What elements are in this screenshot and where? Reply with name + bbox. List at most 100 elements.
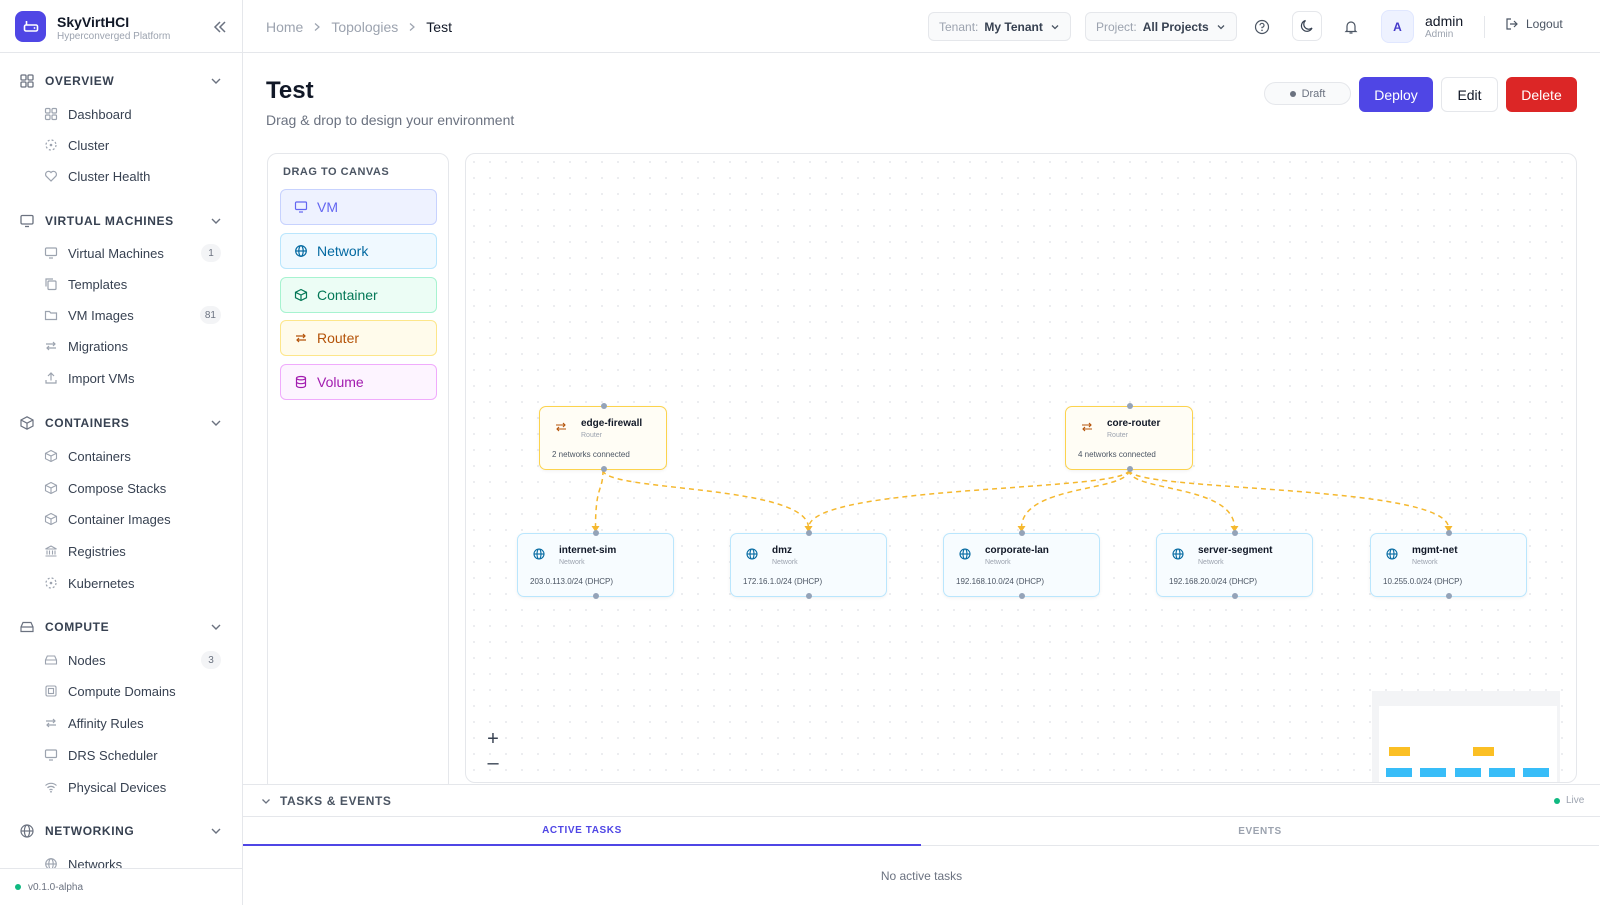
sidebar-item-container-images[interactable]: Container Images [0,505,243,533]
tenant-select[interactable]: Tenant: My Tenant [928,12,1071,41]
link-core-router-mgmt-net[interactable] [1128,469,1450,529]
link-core-router-corporate-lan[interactable] [1020,469,1130,529]
network-node[interactable]: dmz Network 172.16.1.0/24 (DHCP) [730,530,887,599]
sidebar-item-label: Import VMs [68,370,135,386]
minimap[interactable] [1372,691,1560,782]
palette-item-vm[interactable]: VM [280,189,437,225]
sidebar-item-label: Affinity Rules [68,715,144,731]
link-core-router-dmz[interactable] [807,469,1130,529]
palette-item-volume[interactable]: Volume [280,364,437,400]
sidebar-item-vm-images[interactable]: VM Images 81 [0,301,243,329]
project-select[interactable]: Project: All Projects [1085,12,1237,41]
nav-section-compute[interactable]: COMPUTE [0,612,243,642]
connection-handle[interactable] [1446,593,1452,599]
sidebar-item-containers[interactable]: Containers [0,442,243,470]
connection-handle[interactable] [1232,593,1238,599]
connection-handle[interactable] [593,593,599,599]
sidebar-item-label: DRS Scheduler [68,747,158,763]
connection-handle[interactable] [593,530,599,536]
notifications-button[interactable] [1337,13,1365,41]
network-node[interactable]: server-segment Network 192.168.20.0/24 (… [1156,530,1313,599]
sidebar-item-compute-domains[interactable]: Compute Domains [0,677,243,705]
node-name: edge-firewall [581,418,643,429]
network-node[interactable]: internet-sim Network 203.0.113.0/24 (DHC… [517,530,674,599]
nav-section-overview[interactable]: OVERVIEW [0,66,243,96]
connection-handle[interactable] [1127,403,1133,409]
sidebar-item-networks[interactable]: Networks [0,850,243,868]
nav-section-containers[interactable]: CONTAINERS [0,408,243,438]
node-name: mgmt-net [1412,545,1458,556]
router-node[interactable]: edge-firewall Router 2 networks connecte… [539,403,667,472]
sidebar-item-physical-devices[interactable]: Physical Devices [0,773,243,801]
connection-handle[interactable] [601,403,607,409]
connection-handle[interactable] [1127,466,1133,472]
top-bar: Home Topologies Test Tenant: My Tenant P… [243,0,1600,53]
network-node[interactable]: corporate-lan Network 192.168.10.0/24 (D… [943,530,1100,599]
topology-canvas[interactable]: edge-firewall Router 2 networks connecte… [465,153,1577,783]
connection-handle[interactable] [1019,593,1025,599]
globe-icon [20,824,34,838]
sidebar-item-templates[interactable]: Templates [0,270,243,298]
sidebar-item-affinity-rules[interactable]: Affinity Rules [0,709,243,737]
tab-events[interactable]: EVENTS [921,817,1599,846]
chevron-down-icon [211,420,221,426]
minimap-router [1389,747,1410,756]
palette-item-router[interactable]: Router [280,320,437,356]
sidebar-item-kubernetes[interactable]: Kubernetes [0,569,243,597]
link-layer [591,469,1453,532]
connection-handle[interactable] [806,530,812,536]
breadcrumb-topologies[interactable]: Topologies [331,19,398,35]
connection-handle[interactable] [601,466,607,472]
palette-item-network[interactable]: Network [280,233,437,269]
zoom-in-button[interactable]: + [479,727,507,751]
sidebar-item-compose-stacks[interactable]: Compose Stacks [0,474,243,502]
node-detail: 203.0.113.0/24 (DHCP) [530,577,614,586]
link-edge-firewall-dmz[interactable] [602,469,810,529]
help-icon [1254,19,1270,35]
nav-section-virtual-machines[interactable]: VIRTUAL MACHINES [0,206,243,236]
link-edge-firewall-internet-sim[interactable] [594,469,604,529]
sidebar-item-registries[interactable]: Registries [0,537,243,565]
sidebar-item-dashboard[interactable]: Dashboard [0,100,243,128]
nav-section-label: CONTAINERS [45,416,130,430]
nav-section-networking[interactable]: NETWORKING [0,816,243,846]
sidebar-item-cluster[interactable]: Cluster [0,131,243,159]
logout-button[interactable]: Logout [1505,17,1563,31]
sidebar-item-import-vms[interactable]: Import VMs [0,364,243,392]
sidebar-item-cluster-health[interactable]: Cluster Health [0,162,243,190]
sidebar-item-drs-scheduler[interactable]: DRS Scheduler [0,741,243,769]
theme-toggle-button[interactable] [1292,11,1322,41]
node-detail: 2 networks connected [552,450,630,459]
box-icon [294,288,308,302]
link-core-router-server-segment[interactable] [1128,469,1236,529]
connection-handle[interactable] [1019,530,1025,536]
avatar[interactable]: A [1381,10,1414,43]
collapse-sidebar-icon[interactable] [209,17,229,37]
breadcrumb: Home Topologies Test [266,0,452,53]
sidebar-item-migrations[interactable]: Migrations [0,332,243,360]
sidebar-item-virtual-machines[interactable]: Virtual Machines 1 [0,239,243,267]
network-node[interactable]: mgmt-net Network 10.255.0.0/24 (DHCP) [1370,530,1527,599]
connection-handle[interactable] [1446,530,1452,536]
monitor-icon [294,201,308,213]
chevron-down-icon [211,78,221,84]
tasks-panel: TASKS & EVENTS Live ACTIVE TASKS EVENTS … [243,784,1600,905]
status-label: Draft [1301,87,1326,100]
count-badge: 81 [199,306,221,324]
sidebar-item-nodes[interactable]: Nodes 3 [0,646,243,674]
tasks-header[interactable]: TASKS & EVENTS Live [243,785,1600,817]
tab-active-tasks[interactable]: ACTIVE TASKS [243,817,921,846]
router-node[interactable]: core-router Router 4 networks connected [1065,403,1193,472]
delete-button[interactable]: Delete [1506,77,1577,112]
edit-button[interactable]: Edit [1441,77,1498,112]
zoom-out-button[interactable]: – [479,751,507,775]
node-name: dmz [772,545,792,556]
connection-handle[interactable] [806,593,812,599]
palette-item-container[interactable]: Container [280,277,437,313]
chevron-right-icon [409,22,416,31]
help-button[interactable] [1248,13,1276,41]
deploy-button[interactable]: Deploy [1359,77,1433,112]
connection-handle[interactable] [1232,530,1238,536]
breadcrumb-home[interactable]: Home [266,19,303,35]
box-icon [44,481,58,495]
